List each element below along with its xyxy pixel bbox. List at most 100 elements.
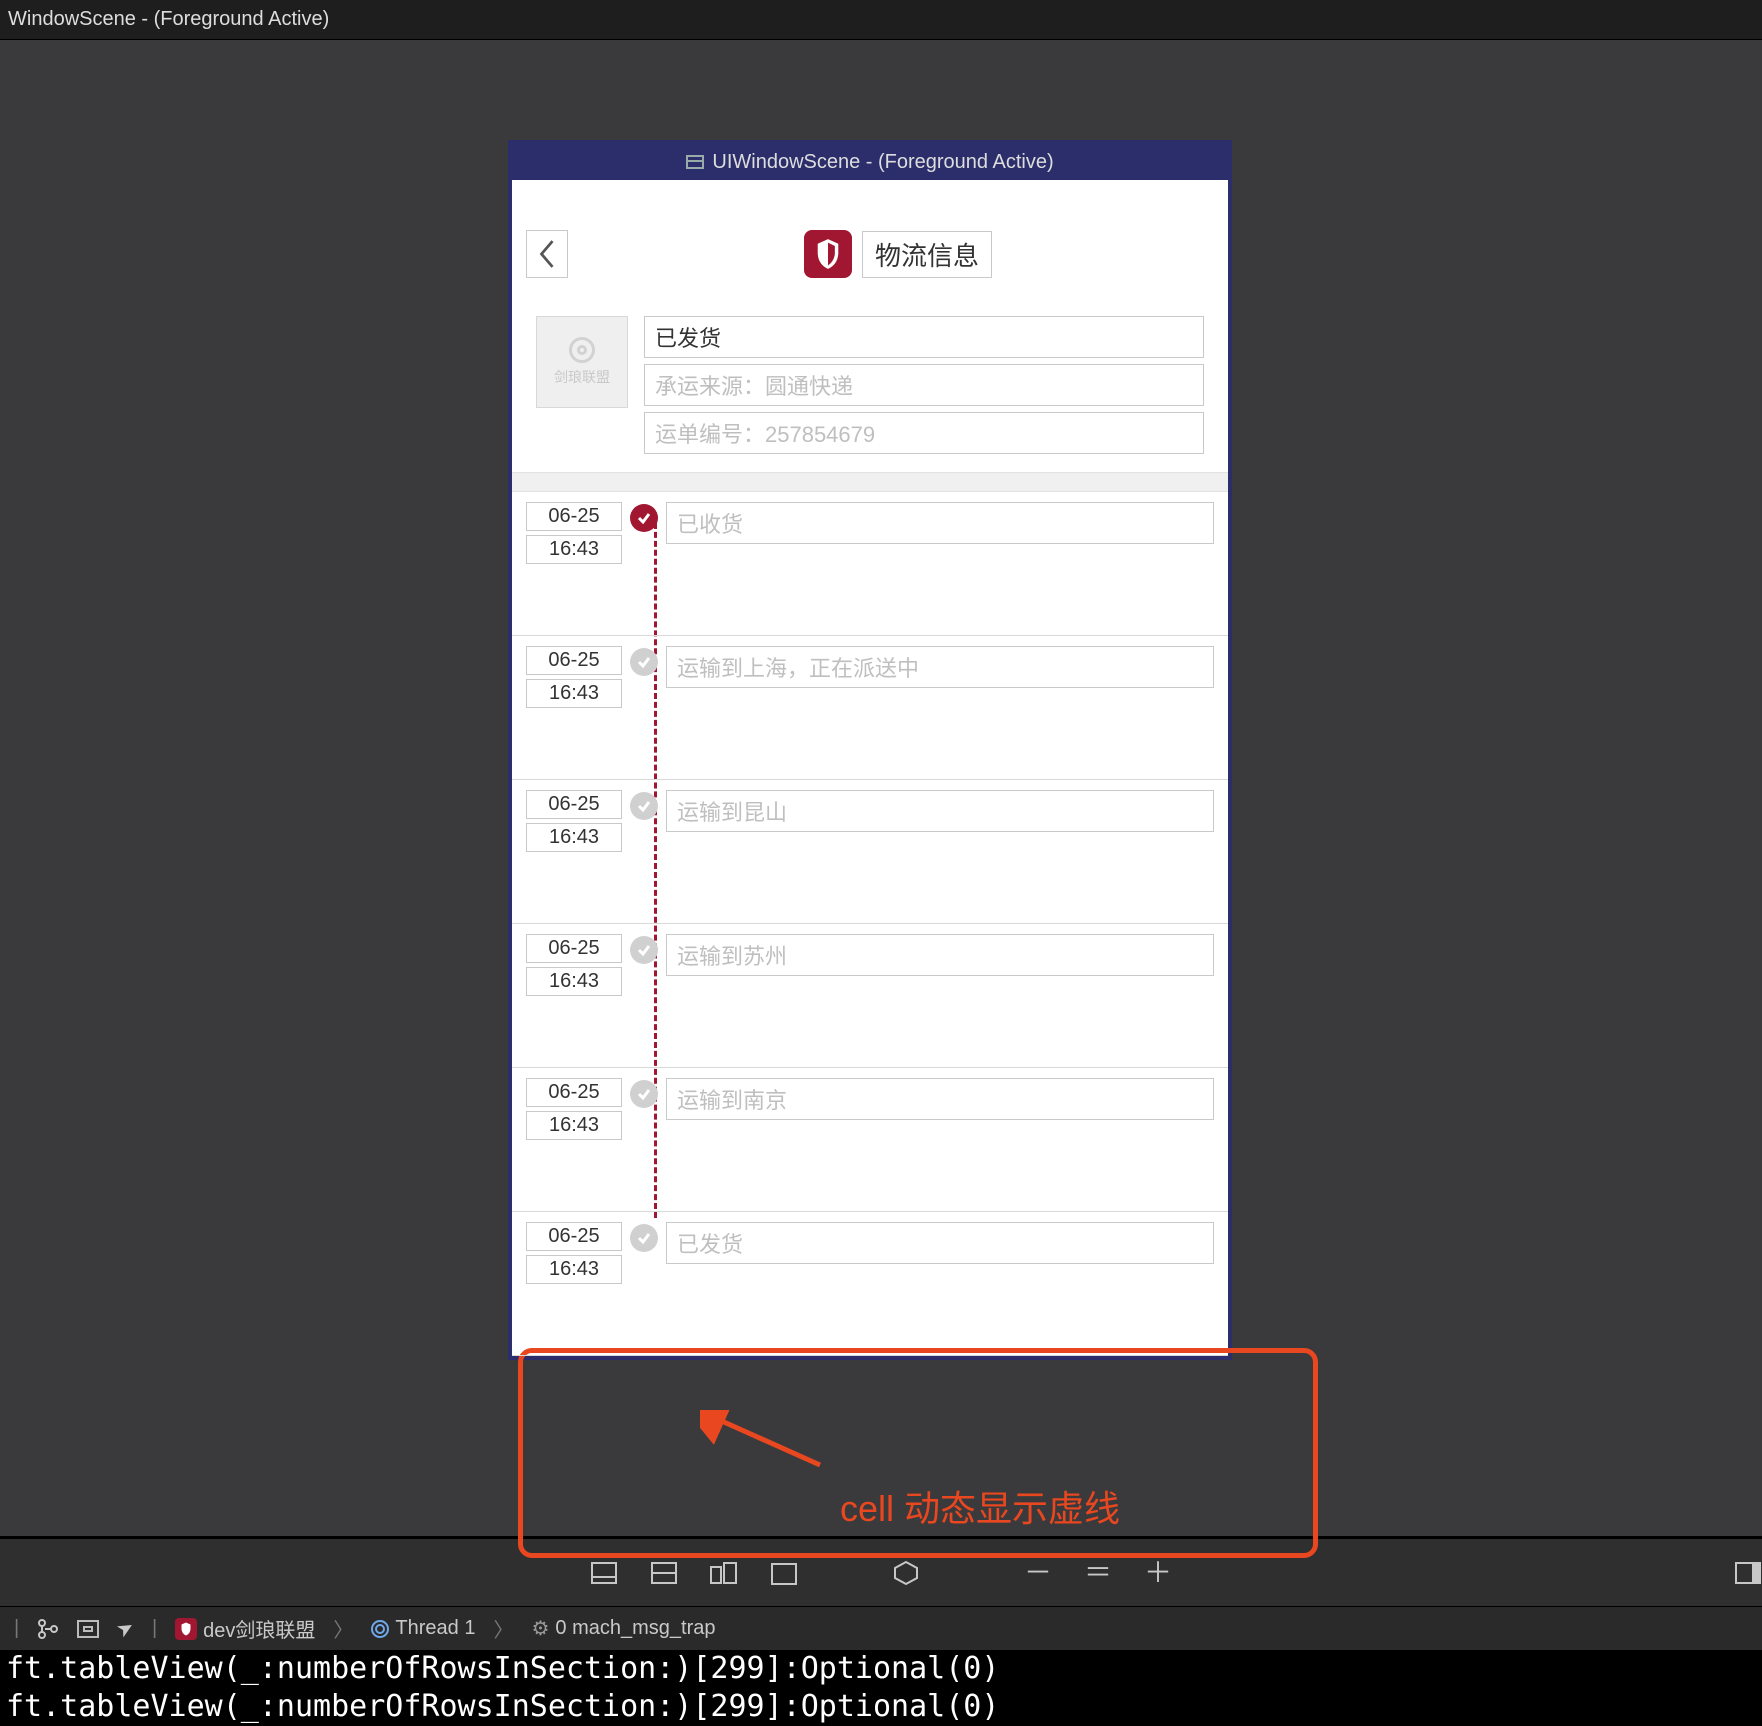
timeline-date: 06-25 [526,1222,622,1251]
check-circle-icon [630,504,658,532]
clips-icon[interactable] [770,1561,798,1585]
timeline-text: 已发货 [666,1222,1214,1264]
timeline-text: 运输到昆山 [666,790,1214,832]
layout-icon-1[interactable] [590,1561,618,1585]
timeline-row[interactable]: 06-25 16:43 运输到苏州 [512,924,1228,1068]
divider-icon: | [14,1617,19,1640]
page-title: 物流信息 [862,231,992,278]
minus-control[interactable]: － [1024,1559,1052,1587]
right-panel-icon[interactable] [1734,1561,1762,1585]
timeline-text: 已收货 [666,502,1214,544]
timeline-text: 运输到上海，正在派送中 [666,646,1214,688]
nav-header: 物流信息 [512,216,1228,292]
breadcrumb-app-label: dev剑琅联盟 [203,1614,315,1643]
app-shield-small-icon [175,1618,197,1640]
timeline-date: 06-25 [526,1078,622,1107]
simulator-title-text: UIWindowScene - (Foreground Active) [712,151,1053,174]
layout-icon-2[interactable] [650,1561,678,1585]
check-circle-icon [630,936,658,964]
check-circle-icon [630,1224,658,1252]
chevron-right-icon: 〉 [493,1614,513,1643]
annotation-rectangle [518,1348,1318,1558]
timeline-text: 运输到苏州 [666,934,1214,976]
annotation-text: cell 动态显示虚线 [840,1480,1120,1532]
timeline-desc: 运输到苏州 [666,934,1214,1067]
check-circle-icon [630,1080,658,1108]
stack-icon[interactable] [710,1561,738,1585]
thumb-label: 剑琅联盟 [554,367,610,387]
back-button[interactable] [526,230,568,278]
status-field: 已发货 [644,316,1204,358]
timeline-time: 06-25 16:43 [526,502,622,635]
timeline-hour: 16:43 [526,1111,622,1140]
timeline-node [622,646,666,779]
breadcrumb-frame[interactable]: ⚙ 0 mach_msg_trap [531,1616,715,1641]
console-output[interactable]: ft.tableView(_:numberOfRowsInSection:)[2… [0,1650,1762,1726]
plus-control[interactable]: ＋ [1144,1559,1172,1587]
summary-fields: 已发货 承运来源：圆通快递 运单编号：257854679 [644,316,1204,454]
chevron-left-icon [536,239,558,269]
placeholder-icon [569,337,595,363]
divider-icon: | [152,1617,157,1640]
timeline-row[interactable]: 06-25 16:43 已发货 [512,1212,1228,1356]
timeline-node [622,790,666,923]
thread-icon [371,1620,389,1638]
timeline-time: 06-25 16:43 [526,934,622,1067]
simulator-titlebar: UIWindowScene - (Foreground Active) [512,144,1228,180]
timeline-text: 运输到南京 [666,1078,1214,1120]
breadcrumb-thread[interactable]: Thread 1 [371,1617,475,1640]
timeline-row[interactable]: 06-25 16:43 运输到上海，正在派送中 [512,636,1228,780]
timeline-node [622,1222,666,1355]
product-thumbnail: 剑琅联盟 [536,316,628,408]
outer-window-title: WindowScene - (Foreground Active) [0,0,1762,40]
bottom-toolbar: － ＝ ＋ [0,1536,1762,1606]
carrier-field: 承运来源：圆通快递 [644,364,1204,406]
breadcrumb-app[interactable]: dev剑琅联盟 [175,1614,315,1643]
equals-control[interactable]: ＝ [1084,1559,1112,1587]
timeline-hour: 16:43 [526,823,622,852]
box-icon[interactable] [77,1620,99,1638]
location-arrow-icon[interactable]: ➤ [112,1613,139,1643]
chevron-right-icon: 〉 [333,1614,353,1643]
timeline-desc: 已发货 [666,1222,1214,1355]
timeline-hour: 16:43 [526,535,622,564]
simulator-window: UIWindowScene - (Foreground Active) 物流信息… [508,140,1232,1360]
branch-icon[interactable] [37,1618,59,1640]
timeline-desc: 运输到昆山 [666,790,1214,923]
tracking-field: 运单编号：257854679 [644,412,1204,454]
debug-breadcrumb-bar: | ➤ | dev剑琅联盟 〉 Thread 1 〉 ⚙ 0 mach_msg_… [0,1606,1762,1650]
window-icon [686,155,704,169]
summary-card: 剑琅联盟 已发货 承运来源：圆通快递 运单编号：257854679 [526,302,1214,472]
timeline-hour: 16:43 [526,1255,622,1284]
canvas-area: UIWindowScene - (Foreground Active) 物流信息… [0,40,1762,1536]
breadcrumb-frame-label: 0 mach_msg_trap [555,1617,715,1640]
timeline-desc: 运输到南京 [666,1078,1214,1211]
timeline-date: 06-25 [526,934,622,963]
timeline-time: 06-25 16:43 [526,646,622,779]
app-shield-icon [804,230,852,278]
cube-icon[interactable] [892,1561,920,1585]
annotation-arrow-icon [700,1410,830,1470]
timeline-time: 06-2516:43 [526,790,622,923]
timeline-hour: 16:43 [526,967,622,996]
breadcrumb-thread-label: Thread 1 [395,1617,475,1640]
timeline-list[interactable]: 06-2516:43已收货06-2516:43运输到上海，正在派送中06-251… [512,492,1228,1356]
timeline-node [622,502,666,635]
gear-icon: ⚙ [531,1616,549,1641]
timeline-time: 06-25 16:43 [526,1222,622,1355]
status-bar [512,180,1228,216]
check-circle-icon [630,648,658,676]
timeline-row[interactable]: 06-25 16:43 已收货 [512,492,1228,636]
timeline-date: 06-25 [526,646,622,675]
check-circle-icon [630,792,658,820]
timeline-row[interactable]: 06-2516:43 运输到昆山 [512,780,1228,924]
timeline-node [622,1078,666,1211]
timeline-desc: 运输到上海，正在派送中 [666,646,1214,779]
timeline-date: 06-25 [526,502,622,531]
timeline-desc: 已收货 [666,502,1214,635]
timeline-hour: 16:43 [526,679,622,708]
section-gap [512,472,1228,492]
timeline-time: 06-25 16:43 [526,1078,622,1211]
timeline-row[interactable]: 06-25 16:43 运输到南京 [512,1068,1228,1212]
header-center: 物流信息 [582,230,1214,278]
